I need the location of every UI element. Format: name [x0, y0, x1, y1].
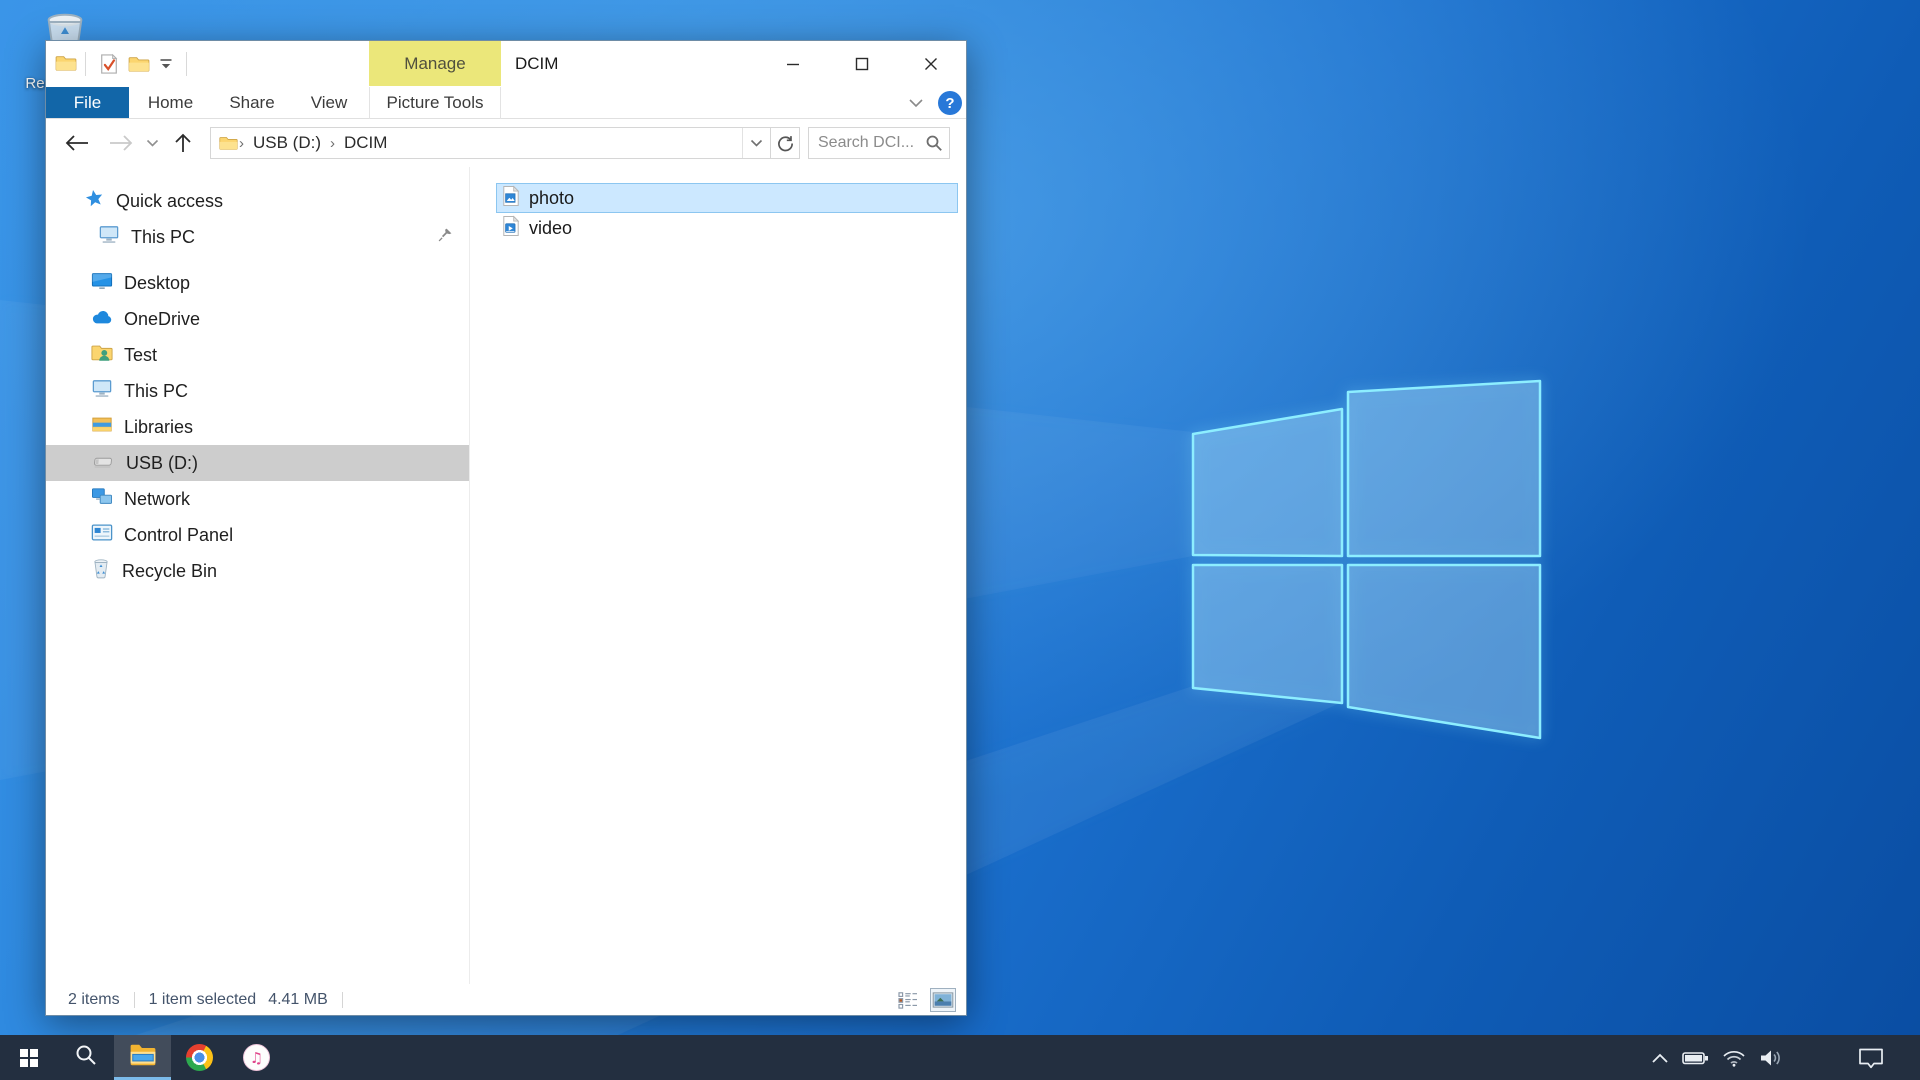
address-bar[interactable]: › USB (D:) › DCIM: [210, 127, 771, 159]
network-icon: [91, 487, 113, 512]
close-button[interactable]: [908, 47, 954, 81]
monitor-icon: [98, 225, 120, 250]
selection-size: 4.41 MB: [268, 991, 328, 1009]
sidebar-item-this-pc-pinned[interactable]: This PC: [46, 219, 469, 255]
qat-separator: [186, 52, 187, 76]
desktop: Recycle Bin: [0, 0, 1920, 1080]
sidebar-item-recycle-bin[interactable]: Recycle Bin: [46, 553, 469, 589]
taskbar: ♫: [0, 1035, 1920, 1080]
refresh-button[interactable]: [770, 127, 800, 159]
itunes-icon: ♫: [243, 1044, 270, 1071]
system-tray: [1650, 1035, 1920, 1080]
minimize-button[interactable]: [770, 47, 816, 81]
image-file-icon: [502, 185, 520, 212]
video-file-icon: [502, 215, 520, 242]
chrome-icon: [186, 1044, 213, 1071]
qat-separator: [85, 52, 86, 76]
file-item-photo[interactable]: photo: [496, 183, 958, 213]
expand-ribbon-chevron-icon[interactable]: [904, 91, 928, 115]
sidebar-item-control-panel[interactable]: Control Panel: [46, 517, 469, 553]
start-button[interactable]: [0, 1035, 57, 1080]
ribbon-tab-row: File Home Share View Picture Tools ?: [46, 87, 966, 119]
sidebar-item-quick-access[interactable]: Quick access: [46, 183, 469, 219]
taskbar-search-button[interactable]: [57, 1035, 114, 1080]
navigation-bar: › USB (D:) › DCIM: [46, 119, 966, 167]
sidebar-item-test-user[interactable]: Test: [46, 337, 469, 373]
battery-icon[interactable]: [1682, 1049, 1710, 1067]
qat-new-folder-button[interactable]: [126, 49, 152, 79]
details-view-button[interactable]: [895, 988, 921, 1012]
file-explorer-icon: [129, 1043, 157, 1072]
volume-icon[interactable]: [1758, 1048, 1784, 1068]
sidebar-item-onedrive[interactable]: OneDrive: [46, 301, 469, 337]
address-folder-icon[interactable]: [219, 135, 238, 151]
onedrive-cloud-icon: [91, 309, 113, 330]
taskbar-file-explorer-button[interactable]: [114, 1035, 171, 1080]
window-title: DCIM: [515, 41, 558, 87]
window-folder-icon[interactable]: [55, 54, 77, 77]
control-panel-icon: [91, 523, 113, 547]
taskbar-chrome-button[interactable]: [171, 1035, 228, 1080]
file-item-video[interactable]: video: [496, 213, 958, 243]
breadcrumb-usb-drive[interactable]: USB (D:): [245, 133, 329, 153]
file-explorer-window: Manage DCIM File Home Share: [45, 40, 967, 1016]
forward-button[interactable]: [106, 134, 136, 152]
titlebar: Manage DCIM: [46, 41, 966, 87]
libraries-icon: [91, 415, 113, 439]
recent-locations-chevron-icon[interactable]: [144, 139, 160, 148]
navigation-pane: Quick access This PC: [46, 167, 470, 984]
tab-picture-tools[interactable]: Picture Tools: [369, 87, 501, 119]
help-button[interactable]: ?: [938, 91, 962, 115]
taskbar-itunes-button[interactable]: ♫: [228, 1035, 285, 1080]
tab-share[interactable]: Share: [212, 87, 292, 118]
search-box: [808, 127, 950, 159]
desktop-monitor-icon: [91, 271, 113, 296]
address-dropdown-chevron-icon[interactable]: [742, 128, 770, 158]
contextual-group-label: Manage: [404, 54, 465, 74]
tab-file[interactable]: File: [46, 87, 129, 118]
recycle-bin-icon: [91, 558, 111, 584]
large-icons-view-button[interactable]: [930, 988, 956, 1012]
action-center-icon[interactable]: [1858, 1047, 1884, 1069]
status-divider: [342, 992, 343, 1008]
qat-properties-button[interactable]: [96, 49, 122, 79]
wifi-icon[interactable]: [1722, 1049, 1746, 1067]
quick-access-star-icon: [84, 188, 105, 214]
status-bar: 2 items 1 item selected 4.41 MB: [46, 984, 966, 1015]
crumb-separator-icon: ›: [238, 135, 245, 152]
search-icon: [74, 1043, 98, 1072]
search-input[interactable]: [818, 134, 925, 152]
tab-home[interactable]: Home: [129, 87, 212, 118]
usb-drive-icon: [91, 452, 115, 475]
hidden-icons-chevron-icon[interactable]: [1650, 1051, 1670, 1065]
contextual-tab-group-manage[interactable]: Manage: [369, 41, 501, 86]
pin-icon: [437, 227, 453, 248]
sidebar-item-this-pc[interactable]: This PC: [46, 373, 469, 409]
file-name: video: [529, 218, 572, 239]
window-content: Quick access This PC: [46, 167, 966, 984]
item-count: 2 items: [68, 991, 120, 1009]
sidebar-item-usb-drive[interactable]: USB (D:): [46, 445, 469, 481]
crumb-separator-icon: ›: [329, 135, 336, 152]
search-icon[interactable]: [925, 134, 943, 152]
caption-buttons: [770, 47, 954, 81]
maximize-button[interactable]: [839, 47, 885, 81]
back-button[interactable]: [62, 134, 92, 152]
selection-count: 1 item selected: [149, 991, 257, 1009]
qat-customize-dropdown[interactable]: [156, 49, 176, 79]
user-folder-icon: [91, 343, 113, 367]
status-divider: [134, 992, 135, 1008]
breadcrumb-dcim[interactable]: DCIM: [336, 133, 395, 153]
windows-start-icon: [20, 1049, 38, 1067]
file-name: photo: [529, 188, 574, 209]
sidebar-item-libraries[interactable]: Libraries: [46, 409, 469, 445]
monitor-icon: [91, 379, 113, 404]
sidebar-item-desktop[interactable]: Desktop: [46, 265, 469, 301]
up-button[interactable]: [168, 132, 198, 154]
tab-view[interactable]: View: [292, 87, 366, 118]
sidebar-item-network[interactable]: Network: [46, 481, 469, 517]
file-list: photo video: [470, 167, 966, 984]
